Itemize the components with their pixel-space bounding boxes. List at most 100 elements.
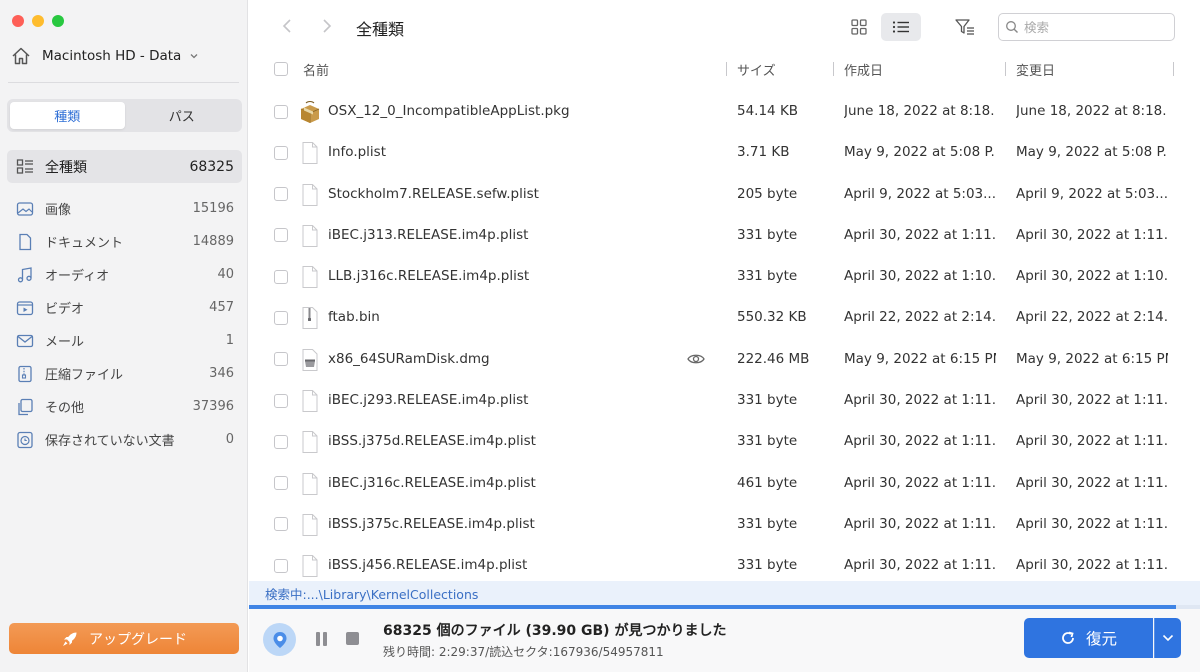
column-created-header[interactable]: 作成日 <box>844 60 883 79</box>
stop-button[interactable] <box>346 632 359 645</box>
music-note-icon <box>15 265 35 285</box>
minimize-window-button[interactable] <box>32 15 44 27</box>
tab-path[interactable]: パス <box>125 102 240 129</box>
file-icon <box>302 431 318 454</box>
search-input[interactable] <box>1024 19 1164 35</box>
filter-button[interactable] <box>952 14 978 40</box>
category-documents[interactable]: ドキュメント 14889 <box>7 225 242 258</box>
file-icon <box>302 142 318 165</box>
file-name: iBEC.j313.RELEASE.im4p.plist <box>328 226 529 243</box>
table-row[interactable]: iBEC.j293.RELEASE.im4p.plist 331 byte Ap… <box>249 380 1200 421</box>
category-mail[interactable]: メール 1 <box>7 324 242 357</box>
row-checkbox[interactable] <box>274 517 288 532</box>
table-row[interactable]: Stockholm7.RELEASE.sefw.plist 205 byte A… <box>249 174 1200 215</box>
column-divider[interactable] <box>1005 62 1006 76</box>
category-audio[interactable]: オーディオ 40 <box>7 258 242 291</box>
drive-selector[interactable]: Macintosh HD - Data <box>10 42 237 70</box>
table-row[interactable]: ftab.bin 550.32 KB April 22, 2022 at 2:1… <box>249 297 1200 338</box>
forward-button[interactable] <box>317 16 337 36</box>
grid-icon <box>851 19 867 35</box>
category-video[interactable]: ビデオ 457 <box>7 291 242 324</box>
clock-icon <box>15 430 35 450</box>
file-modified: April 30, 2022 at 1:11... <box>1016 515 1168 532</box>
file-name: iBSS.j375c.RELEASE.im4p.plist <box>328 515 535 532</box>
close-window-button[interactable] <box>12 15 24 27</box>
row-checkbox[interactable] <box>274 352 288 367</box>
file-size: 331 byte <box>737 392 798 409</box>
file-name: x86_64SURamDisk.dmg <box>328 350 490 367</box>
table-row[interactable]: LLB.j316c.RELEASE.im4p.plist 331 byte Ap… <box>249 256 1200 297</box>
page-title: 全種類 <box>356 20 405 39</box>
category-label: その他 <box>45 401 85 416</box>
category-label: 全種類 <box>45 159 87 176</box>
file-icon <box>302 183 318 206</box>
file-modified: May 9, 2022 at 6:15 PM <box>1016 350 1168 367</box>
row-checkbox[interactable] <box>274 104 288 119</box>
row-checkbox[interactable] <box>274 269 288 284</box>
table-row[interactable]: OSX_12_0_IncompatibleAppList.pkg 54.14 K… <box>249 91 1200 132</box>
document-icon <box>15 232 35 252</box>
table-row[interactable]: iBSS.j375d.RELEASE.im4p.plist 331 byte A… <box>249 421 1200 462</box>
category-count: 15196 <box>192 201 234 216</box>
column-modified-header[interactable]: 変更日 <box>1016 60 1055 79</box>
file-created: April 9, 2022 at 5:03... <box>844 185 996 202</box>
table-row[interactable]: Info.plist 3.71 KB May 9, 2022 at 5:08 P… <box>249 132 1200 173</box>
table-row[interactable]: iBEC.j316c.RELEASE.im4p.plist 461 byte A… <box>249 463 1200 504</box>
file-modified: April 30, 2022 at 1:11... <box>1016 392 1168 409</box>
file-modified: April 9, 2022 at 5:03... <box>1016 185 1168 202</box>
file-size: 331 byte <box>737 433 798 450</box>
category-other[interactable]: その他 37396 <box>7 390 242 423</box>
column-divider[interactable] <box>1173 62 1174 76</box>
category-all[interactable]: 全種類 68325 <box>7 150 242 183</box>
category-images[interactable]: 画像 15196 <box>7 192 242 225</box>
file-name: LLB.j316c.RELEASE.im4p.plist <box>328 268 530 285</box>
file-size: 331 byte <box>737 515 798 532</box>
column-divider[interactable] <box>833 62 834 76</box>
table-row[interactable]: x86_64SURamDisk.dmg 222.46 MB May 9, 202… <box>249 339 1200 380</box>
file-size: 205 byte <box>737 185 798 202</box>
table-row[interactable]: iBSS.j375c.RELEASE.im4p.plist 331 byte A… <box>249 504 1200 545</box>
category-unsaved[interactable]: 保存されていない文書 0 <box>7 423 242 456</box>
file-created: April 30, 2022 at 1:11... <box>844 392 996 409</box>
divider <box>8 82 239 83</box>
drive-name: Macintosh HD - Data <box>42 48 182 64</box>
back-button[interactable] <box>277 16 297 36</box>
file-created: April 30, 2022 at 1:11... <box>844 433 996 450</box>
grid-view-button[interactable] <box>839 13 879 41</box>
file-name: Stockholm7.RELEASE.sefw.plist <box>328 185 539 202</box>
zoom-window-button[interactable] <box>52 15 64 27</box>
row-checkbox[interactable] <box>274 434 288 449</box>
row-checkbox[interactable] <box>274 393 288 408</box>
row-checkbox[interactable] <box>274 310 288 325</box>
rocket-icon <box>63 632 77 646</box>
category-archives[interactable]: 圧縮ファイル 346 <box>7 357 242 390</box>
list-view-button[interactable] <box>881 13 921 41</box>
tab-type[interactable]: 種類 <box>10 102 125 129</box>
file-icon <box>302 472 318 495</box>
select-all-checkbox[interactable] <box>274 62 288 76</box>
archive-icon <box>15 364 35 384</box>
upgrade-button[interactable]: アップグレード <box>9 623 239 654</box>
row-checkbox[interactable] <box>274 228 288 243</box>
row-checkbox[interactable] <box>274 558 288 573</box>
chevron-down-icon <box>190 54 198 59</box>
table-row[interactable]: iBEC.j313.RELEASE.im4p.plist 331 byte Ap… <box>249 215 1200 256</box>
file-icon <box>302 224 318 247</box>
column-divider[interactable] <box>726 62 727 76</box>
row-checkbox[interactable] <box>274 476 288 491</box>
pause-button[interactable] <box>316 632 330 646</box>
file-size: 331 byte <box>737 557 798 574</box>
column-size-header[interactable]: サイズ <box>737 60 776 79</box>
row-checkbox[interactable] <box>274 187 288 202</box>
row-checkbox[interactable] <box>274 145 288 160</box>
eye-icon[interactable] <box>687 352 705 366</box>
file-modified: April 30, 2022 at 1:11... <box>1016 474 1168 491</box>
file-created: April 30, 2022 at 1:11... <box>844 474 996 491</box>
category-count: 346 <box>209 366 234 381</box>
category-count: 14889 <box>192 234 234 249</box>
file-icon <box>302 513 318 536</box>
recover-options-button[interactable] <box>1154 618 1181 658</box>
recover-button[interactable]: 復元 <box>1024 618 1153 658</box>
file-list: OSX_12_0_IncompatibleAppList.pkg 54.14 K… <box>249 91 1200 587</box>
column-name-header[interactable]: 名前 <box>303 60 329 79</box>
